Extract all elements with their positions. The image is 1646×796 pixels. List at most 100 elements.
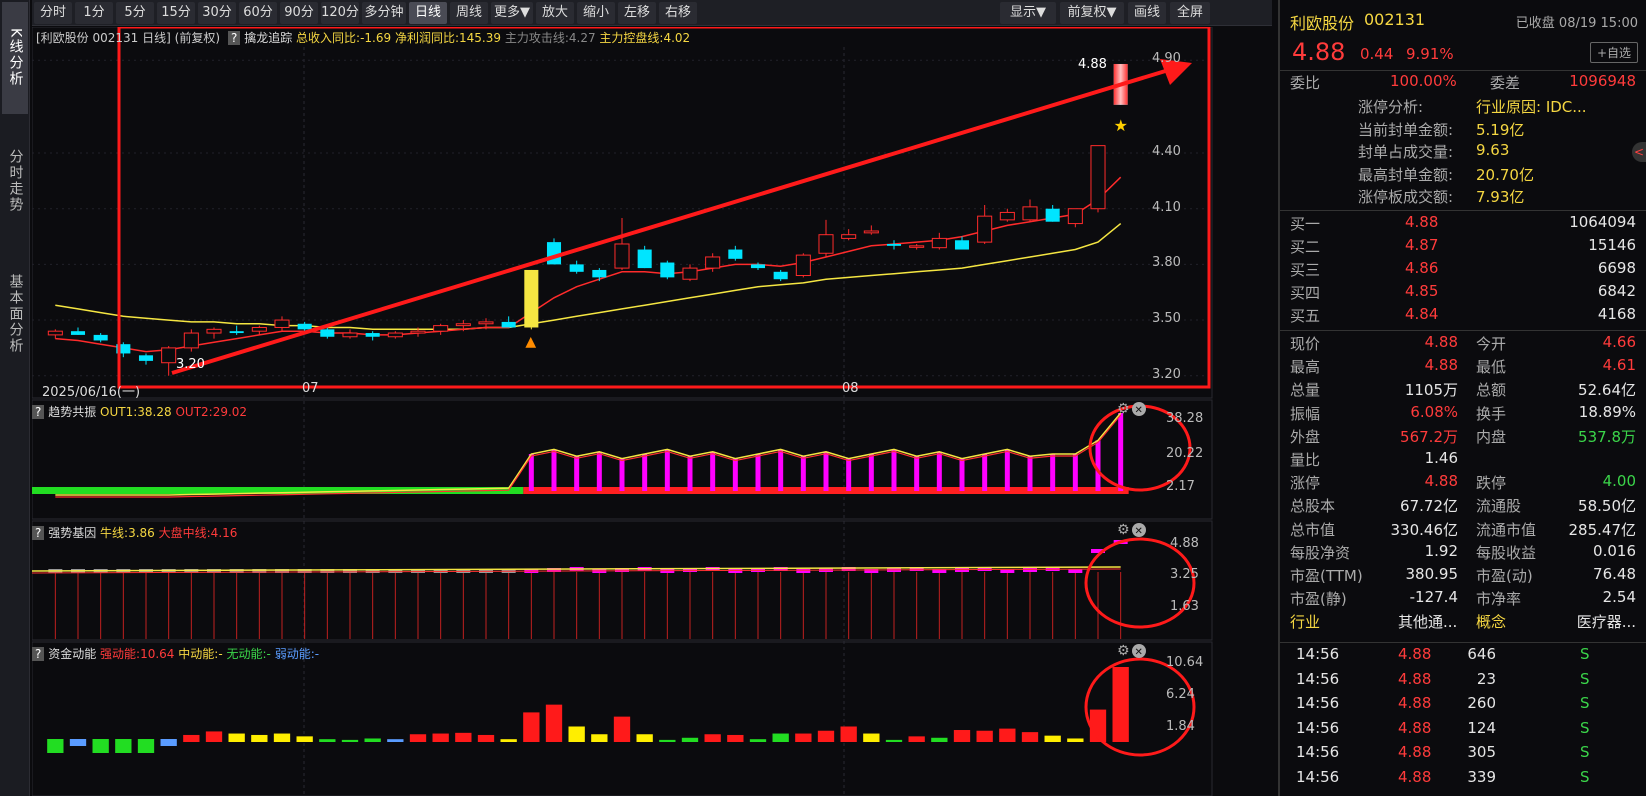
- y-tick-label: 1.84: [1166, 719, 1195, 734]
- toolbar-btn-11[interactable]: 更多▼: [491, 2, 533, 24]
- tab-intraday[interactable]: 分时走势: [2, 120, 28, 242]
- stat-value: 76.48: [1593, 565, 1636, 583]
- last-price: 4.88: [1292, 38, 1346, 66]
- y-tick-label: 1.63: [1170, 599, 1199, 614]
- stat-value: 1.46: [1424, 449, 1458, 467]
- tick-side: S: [1580, 669, 1590, 688]
- fund-bar: [704, 734, 721, 742]
- stat-label: 总量: [1290, 381, 1321, 400]
- tick-side: S: [1580, 645, 1590, 663]
- collapse-arrow-icon[interactable]: <: [1632, 142, 1646, 162]
- toolbar-btn-4[interactable]: 30分: [198, 2, 236, 24]
- stat-value: 2.54: [1602, 588, 1636, 607]
- tick-volume: 124: [1467, 718, 1496, 737]
- y-tick-label: 4.88: [1170, 536, 1199, 551]
- gear-icon[interactable]: ⚙: [1117, 401, 1130, 417]
- help-icon[interactable]: ?: [32, 526, 45, 540]
- stat-value: 380.95: [1405, 565, 1459, 583]
- candle: [524, 269, 539, 330]
- stat-label: 市盈(动): [1476, 567, 1533, 585]
- fund-bar: [863, 733, 880, 742]
- price-change: 0.44: [1360, 45, 1394, 63]
- tab-fundamentals[interactable]: 基本面分析: [2, 248, 28, 380]
- help-icon[interactable]: ?: [32, 647, 45, 661]
- toolbar-btn-0[interactable]: 分时: [34, 2, 72, 24]
- bid-volume: 6698: [1597, 259, 1636, 277]
- gear-icon[interactable]: ⚙: [1117, 643, 1130, 659]
- toolbar-btn-2[interactable]: 5分: [116, 2, 154, 24]
- add-watchlist-button[interactable]: +自选: [1589, 42, 1638, 63]
- stat-value: 6.08%: [1410, 402, 1458, 421]
- y-tick-label: 10.64: [1166, 655, 1204, 670]
- weibi-label: 委比: [1290, 74, 1321, 92]
- toolbar-btn-6[interactable]: 90分: [280, 2, 318, 24]
- toolbar-btn-15[interactable]: 右移: [659, 2, 697, 24]
- help-icon[interactable]: ?: [32, 405, 45, 419]
- fund-bar: [251, 734, 268, 742]
- fund-bar: [953, 730, 971, 742]
- stat-label: 每股净资: [1290, 543, 1351, 562]
- stat-value: 1105万: [1404, 381, 1458, 400]
- help-icon[interactable]: ?: [228, 31, 241, 45]
- candle: [660, 260, 675, 280]
- fund-bar: [477, 734, 495, 742]
- fund-bar: [749, 739, 767, 742]
- bid-price: 4.88: [1405, 213, 1439, 231]
- toolbar-right-btn-2[interactable]: 画线: [1128, 2, 1166, 24]
- fund-bar: [795, 733, 812, 742]
- toolbar-btn-1[interactable]: 1分: [75, 2, 113, 24]
- fund-bar: [228, 733, 245, 742]
- toolbar-btn-8[interactable]: 多分钟: [362, 2, 406, 24]
- bid-volume: 1064094: [1569, 213, 1636, 231]
- fund-bar: [885, 739, 903, 742]
- stat-value: 1.92: [1424, 541, 1458, 560]
- high-price-label: 4.88: [1078, 57, 1107, 72]
- stat-label: 今开: [1476, 335, 1507, 353]
- toolbar-right-btn-3[interactable]: 全屏: [1170, 2, 1210, 24]
- indicator-value: 总收入同比:-1.69: [296, 31, 395, 45]
- tick-time: 14:56: [1296, 669, 1340, 688]
- toolbar-btn-10[interactable]: 周线: [450, 2, 488, 24]
- fund-bar: [727, 734, 744, 742]
- fund-bar: [296, 736, 313, 742]
- stat-value: 4.00: [1602, 472, 1636, 491]
- indicator-value: 净利润同比:145.39: [394, 31, 505, 45]
- toolbar-btn-3[interactable]: 15分: [157, 2, 195, 24]
- limit-info-label: 涨停板成交额:: [1358, 188, 1454, 206]
- bid-price: 4.85: [1405, 282, 1439, 300]
- rocket-icon: ▲: [525, 334, 536, 350]
- y-tick-label: 3.20: [1152, 366, 1181, 382]
- fund-bar: [273, 733, 291, 742]
- toolbar-btn-12[interactable]: 放大: [536, 2, 574, 24]
- tab-kline-analysis[interactable]: K线分析: [2, 2, 28, 114]
- y-tick-label: 3.80: [1152, 255, 1181, 271]
- main-chart-title: [利欧股份 002131 日线] (前复权): [36, 31, 221, 45]
- fund-bar: [341, 739, 359, 742]
- toolbar-btn-5[interactable]: 60分: [239, 2, 277, 24]
- toolbar-btn-14[interactable]: 左移: [618, 2, 656, 24]
- tick-volume: 339: [1467, 767, 1496, 786]
- stat-label: 最低: [1476, 358, 1507, 377]
- fund-bar: [1044, 735, 1061, 742]
- toolbar-btn-13[interactable]: 缩小: [577, 2, 615, 24]
- gear-icon[interactable]: ⚙: [1117, 522, 1130, 538]
- tick-side: S: [1580, 767, 1590, 786]
- toolbar-right-btn-0[interactable]: 显示▼: [1000, 2, 1056, 24]
- toolbar-btn-7[interactable]: 120分: [321, 2, 359, 24]
- tick-volume: 23: [1476, 669, 1496, 688]
- fund-bar: [908, 736, 925, 742]
- indicator-value: 主力攻击线:4.27: [504, 31, 600, 45]
- stat-value: 4.88: [1424, 472, 1458, 491]
- stat-label: 振幅: [1290, 404, 1321, 423]
- bid-volume: 4168: [1597, 305, 1636, 323]
- toolbar-btn-9[interactable]: 日线: [409, 2, 447, 24]
- stat-value: -127.4: [1409, 588, 1458, 607]
- sub2-bar: [728, 569, 743, 573]
- tick-price: 4.88: [1398, 767, 1432, 786]
- tick-price: 4.88: [1398, 743, 1432, 761]
- fund-bar: [772, 733, 789, 742]
- fund-bar: [840, 726, 857, 742]
- fund-bar: [976, 730, 993, 742]
- fund-bar: [659, 739, 676, 742]
- toolbar-right-btn-1[interactable]: 前复权▼: [1060, 2, 1124, 24]
